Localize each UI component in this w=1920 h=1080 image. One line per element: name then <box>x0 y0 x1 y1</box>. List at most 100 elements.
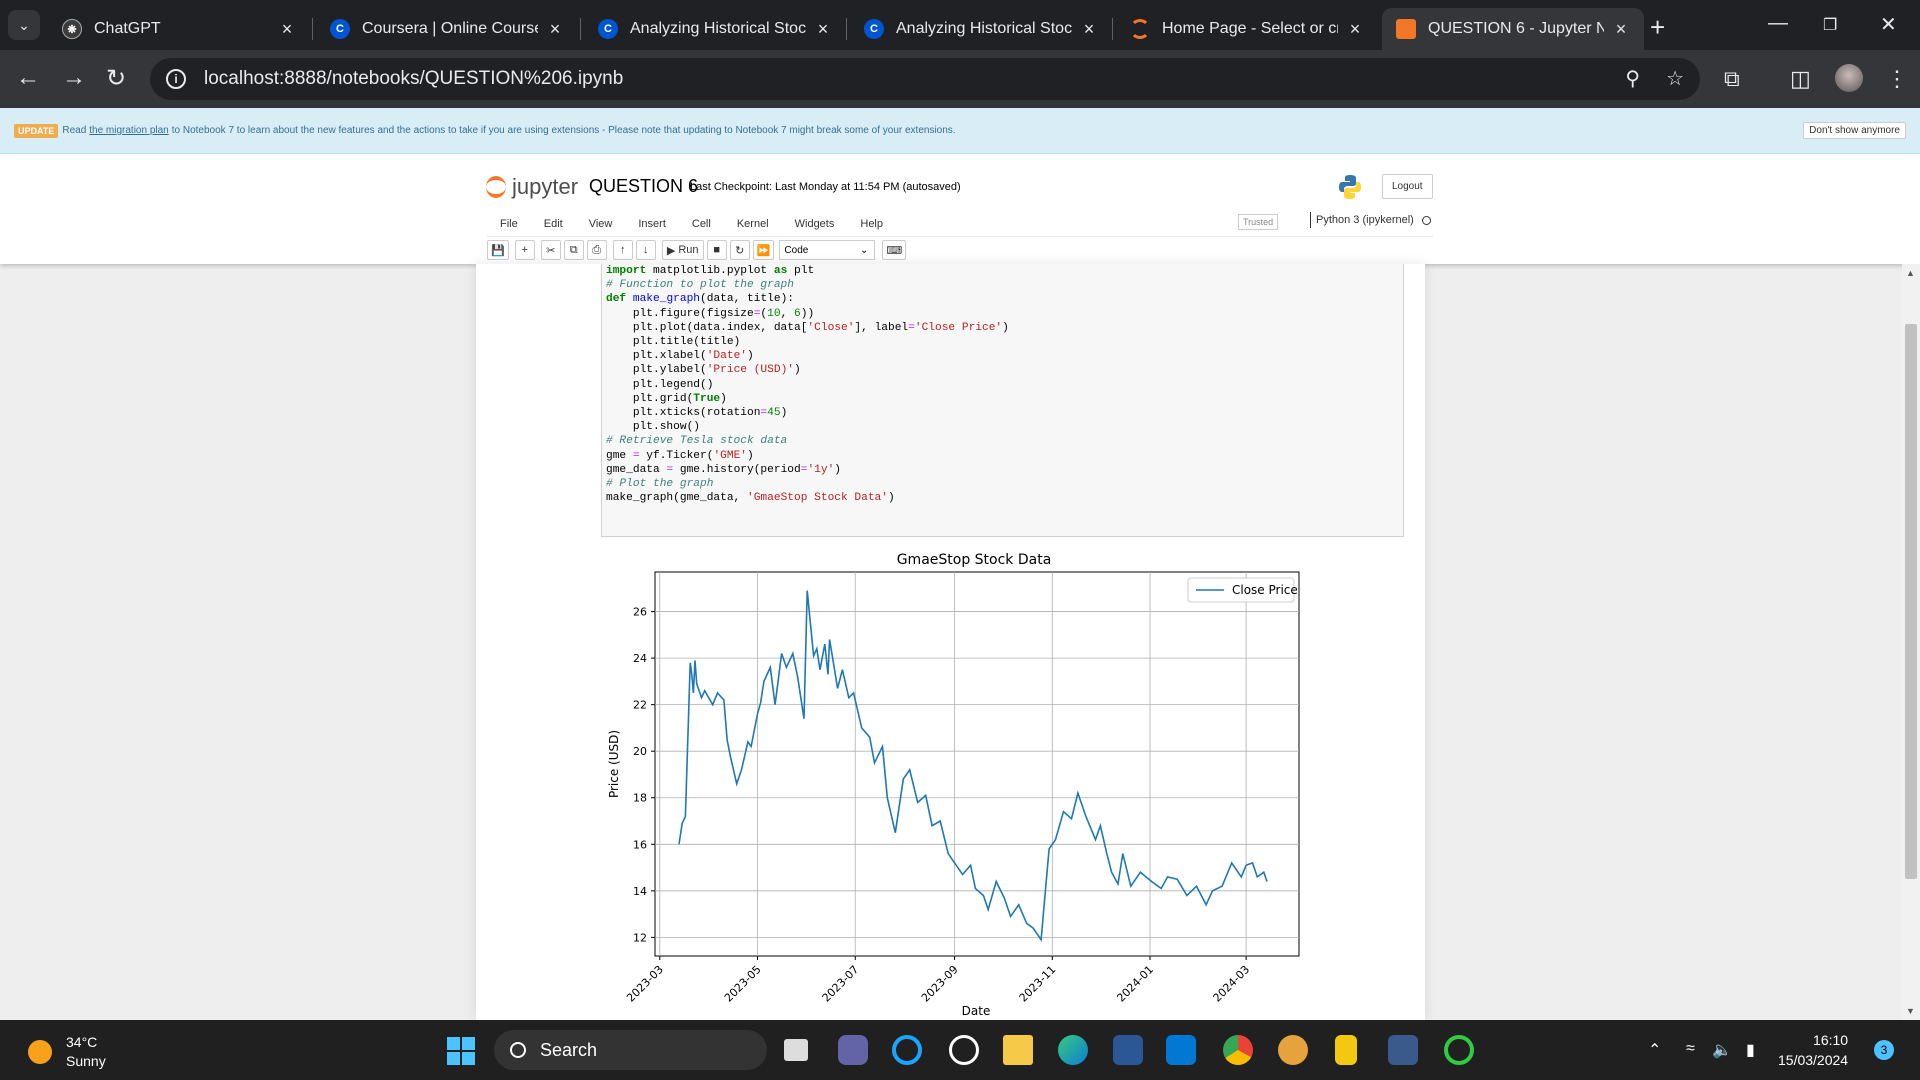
extensions-icon[interactable]: ⧉ <box>1724 66 1740 92</box>
legend: Close Price <box>1187 577 1298 603</box>
browser-toolbar: ← → ↻ i localhost:8888/notebooks/QUESTIO… <box>0 50 1920 108</box>
y-tick-label: 12 <box>633 931 647 944</box>
app-icon[interactable] <box>1278 1035 1308 1065</box>
add-cell-icon[interactable]: + <box>514 240 535 260</box>
cut-icon[interactable]: ✂ <box>540 240 561 260</box>
x-tick-label: 2023-03 <box>624 963 666 1005</box>
task-view-icon[interactable] <box>784 1039 808 1061</box>
site-info-icon[interactable]: i <box>166 69 186 89</box>
restore-icon[interactable]: ❐ <box>1823 15 1837 35</box>
stop-icon[interactable]: ■ <box>706 240 727 260</box>
menu-view[interactable]: View <box>589 218 613 230</box>
chevron-down-icon: ⌄ <box>860 244 869 256</box>
remote-desktop-icon[interactable] <box>1388 1035 1418 1065</box>
forward-arrow-icon[interactable]: → <box>62 64 86 92</box>
menu-insert[interactable]: Insert <box>638 218 666 230</box>
windows-taskbar: 34°C Sunny Search ⌃ ≈ 🔈 ▮ 16:10 15/03/20… <box>0 1020 1920 1080</box>
bookmark-star-icon[interactable]: ☆ <box>1666 66 1684 91</box>
teams-icon[interactable] <box>838 1035 868 1065</box>
python-icon <box>1339 175 1361 199</box>
cell-type-select[interactable]: Code ⌄ <box>779 240 876 260</box>
word-icon[interactable] <box>1113 1035 1143 1065</box>
back-arrow-icon[interactable]: ← <box>16 64 40 92</box>
page-scrollbar[interactable]: ▲ ▼ <box>1902 264 1920 1020</box>
close-window-icon[interactable]: ✕ <box>1880 12 1897 37</box>
close-icon[interactable]: × <box>546 19 564 40</box>
x-tick-label: 2023-09 <box>919 963 961 1005</box>
edge-icon[interactable] <box>1058 1035 1088 1065</box>
menu-help[interactable]: Help <box>860 218 883 230</box>
github-icon[interactable] <box>949 1035 979 1065</box>
tab-title: Analyzing Historical Stock/ <box>896 20 1072 37</box>
close-icon[interactable]: × <box>814 19 832 40</box>
menu-kernel[interactable]: Kernel <box>737 218 769 230</box>
weather-widget[interactable]: 34°C Sunny <box>28 1033 106 1071</box>
close-icon[interactable]: × <box>1080 19 1098 40</box>
menu-widgets[interactable]: Widgets <box>795 218 835 230</box>
menu-edit[interactable]: Edit <box>544 218 563 230</box>
scrollbar-thumb[interactable] <box>1905 324 1917 879</box>
taskbar-search[interactable]: Search <box>494 1030 767 1070</box>
tab-search-button[interactable]: ⌄ <box>8 10 40 40</box>
tab-coursera[interactable]: C Coursera | Online Courses × <box>316 8 578 50</box>
scroll-down-icon[interactable]: ▼ <box>1906 1006 1915 1016</box>
chrome-icon[interactable] <box>1223 1035 1253 1065</box>
code-editor[interactable]: import matplotlib.pyplot as plt # Functio… <box>606 264 1399 505</box>
taskbar-clock[interactable]: 16:10 15/03/2024 <box>1778 1030 1848 1070</box>
volume-icon[interactable]: 🔈 <box>1712 1040 1732 1060</box>
notebook-menubar: File Edit View Insert Cell Kernel Widget… <box>487 211 1433 237</box>
save-icon[interactable]: 💾 <box>487 240 509 260</box>
keyboard-icon[interactable]: ⌨ <box>882 240 907 260</box>
tab-home-page[interactable]: Home Page - Select or crea × <box>1116 8 1378 50</box>
menu-cell[interactable]: Cell <box>692 218 711 230</box>
wifi-icon[interactable]: ≈ <box>1686 1040 1695 1058</box>
profile-avatar[interactable] <box>1835 64 1863 92</box>
cortana-icon[interactable] <box>892 1035 922 1065</box>
new-tab-button[interactable]: + <box>1650 12 1665 43</box>
paste-icon[interactable]: ⎙ <box>586 240 607 260</box>
notebook-name[interactable]: QUESTION 6 <box>589 176 698 197</box>
notebook-icon <box>1396 19 1416 39</box>
tab-title: QUESTION 6 - Jupyter Not <box>1428 20 1604 37</box>
windows-start-icon[interactable] <box>447 1037 475 1065</box>
notebook-toolbar: 💾 + ✂ ⧉ ⎙ ↑ ↓ ▶ Run ■ ↻ ⏩ Code ⌄ ⌨ <box>487 240 907 260</box>
minimize-icon[interactable]: — <box>1768 12 1788 35</box>
move-up-icon[interactable]: ↑ <box>612 240 633 260</box>
tray-chevron-up-icon[interactable]: ⌃ <box>1648 1040 1661 1060</box>
sun-icon <box>28 1040 52 1064</box>
close-icon[interactable]: × <box>278 19 296 40</box>
jupyter-icon <box>486 176 506 198</box>
tab-analyzing-2[interactable]: C Analyzing Historical Stock/ × <box>850 8 1112 50</box>
restart-icon[interactable]: ↻ <box>729 240 750 260</box>
file-explorer-icon[interactable] <box>1003 1035 1033 1065</box>
migration-plan-link[interactable]: the migration plan <box>89 125 169 136</box>
menu-file[interactable]: File <box>500 218 518 230</box>
close-icon[interactable]: × <box>1612 19 1630 40</box>
scroll-up-icon[interactable]: ▲ <box>1906 268 1915 278</box>
power-bi-icon[interactable] <box>1335 1035 1357 1065</box>
dont-show-button[interactable]: Don't show anymore <box>1803 122 1906 139</box>
side-panel-icon[interactable]: ◫ <box>1790 66 1811 92</box>
trusted-indicator[interactable]: Trusted <box>1238 214 1279 230</box>
run-button[interactable]: ▶ Run <box>661 240 704 260</box>
move-down-icon[interactable]: ↓ <box>635 240 656 260</box>
tab-analyzing-1[interactable]: C Analyzing Historical Stock/ × <box>584 8 846 50</box>
address-bar[interactable]: i localhost:8888/notebooks/QUESTION%206.… <box>150 58 1700 100</box>
restart-run-all-icon[interactable]: ⏩ <box>752 240 775 260</box>
y-axis-label: Price (USD) <box>607 730 621 798</box>
close-icon[interactable]: × <box>1346 19 1364 40</box>
battery-icon[interactable]: ▮ <box>1746 1040 1755 1060</box>
tab-question-6[interactable]: QUESTION 6 - Jupyter Not × <box>1382 8 1644 50</box>
zoom-icon[interactable]: ⚲ <box>1625 66 1640 91</box>
tab-chatgpt[interactable]: ❋ ChatGPT × <box>48 8 310 50</box>
notification-badge[interactable]: 3 <box>1874 1040 1894 1060</box>
copy-icon[interactable]: ⧉ <box>563 240 584 260</box>
code-cell[interactable]: import matplotlib.pyplot as plt # Functio… <box>601 264 1404 537</box>
code-line: plt.show() <box>606 421 700 434</box>
menu-kebab-icon[interactable]: ⋮ <box>1886 66 1908 92</box>
reload-icon[interactable]: ↻ <box>106 64 126 93</box>
jupyter-logo[interactable]: jupyter <box>486 174 578 200</box>
vscode-icon[interactable] <box>1166 1035 1196 1065</box>
loading-app-icon[interactable] <box>1444 1035 1474 1065</box>
logout-button[interactable]: Logout <box>1382 174 1433 199</box>
